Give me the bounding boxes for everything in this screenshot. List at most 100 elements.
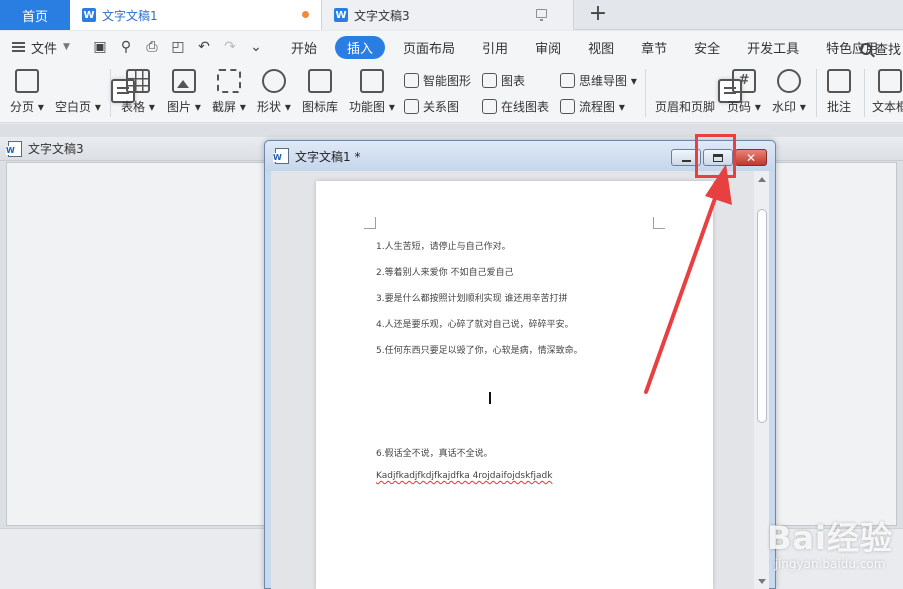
- document-1-title: 文字文稿1 *: [295, 149, 361, 164]
- table-button[interactable]: 表格 ▾: [121, 69, 155, 115]
- menu-item-review[interactable]: 审阅: [526, 36, 570, 59]
- comment-button[interactable]: 批注: [827, 69, 851, 115]
- ribbon-divider: [816, 69, 817, 117]
- picture-button[interactable]: 图片 ▾: [167, 69, 201, 115]
- writer-doc-icon: [6, 140, 22, 157]
- hamburger-icon: [12, 42, 25, 52]
- ribbon-divider: [864, 69, 865, 117]
- document-page[interactable]: 1.人生苦短，请停止与自己作对。 2.等着别人来爱你 不如自己爱自己 3.要是什…: [316, 181, 713, 589]
- ribbon-divider: [110, 69, 111, 117]
- file-menu-button[interactable]: 文件 ▼: [0, 38, 86, 57]
- writer-doc-icon: W: [82, 8, 96, 22]
- watermark-url: jingyan.baidu.com: [774, 557, 886, 571]
- watermark-brand: Bai经验: [767, 519, 893, 557]
- unsaved-dot-icon: [302, 11, 309, 18]
- online-chart-icon: [482, 99, 497, 114]
- document-line: 3.要是什么都按照计划顺利实现 谁还用辛苦打拼: [376, 294, 568, 304]
- chart-button[interactable]: 图表: [482, 72, 525, 89]
- scroll-up-icon[interactable]: [758, 177, 766, 182]
- menu-item-references[interactable]: 引用: [473, 36, 517, 59]
- smart-graphic-button[interactable]: 智能图形: [404, 72, 471, 89]
- mind-map-button[interactable]: 思维导图 ▾: [560, 72, 637, 89]
- file-menu-label: 文件: [31, 41, 58, 57]
- close-button[interactable]: ✕: [735, 149, 767, 166]
- screenshot-icon: [216, 69, 241, 93]
- search-label: 查找: [874, 43, 901, 58]
- chevron-down-icon: ▼: [63, 42, 70, 52]
- screenshot-button[interactable]: 截屏 ▾: [212, 69, 246, 115]
- picture-icon: [171, 69, 196, 93]
- menu-item-page-layout[interactable]: 页面布局: [394, 36, 464, 59]
- text-box-button[interactable]: 文本框: [872, 69, 903, 115]
- tab-document-1[interactable]: W 文字文稿1: [70, 0, 322, 30]
- document-3-title: 文字文稿3: [28, 142, 84, 156]
- online-chart-button[interactable]: 在线图表: [482, 98, 549, 115]
- redo-icon[interactable]: ↷: [222, 39, 238, 55]
- crop-mark: [364, 217, 376, 229]
- shape-icon: [261, 69, 286, 93]
- menu-item-security[interactable]: 安全: [685, 36, 729, 59]
- relation-chart-icon: [404, 99, 419, 114]
- insert-ribbon: 分页 ▾ 空白页 ▾ 表格 ▾ 图片 ▾ 截屏 ▾ 形状 ▾ 图标库 功能图 ▾…: [0, 63, 903, 123]
- scroll-down-icon[interactable]: [758, 579, 766, 584]
- menu-item-section[interactable]: 章节: [632, 36, 676, 59]
- page-break-icon: [14, 69, 39, 93]
- page-number-icon: [731, 69, 756, 93]
- page-break-button[interactable]: 分页 ▾: [10, 69, 44, 115]
- new-tab-button[interactable]: +: [584, 1, 612, 29]
- tab-home[interactable]: 首页: [0, 0, 70, 30]
- icon-library-button[interactable]: 图标库: [302, 69, 338, 115]
- document-1-window: 文字文稿1 * ✕ 1.人生苦短，请停止与自己作对。 2.等着别人来爱你 不如自…: [264, 140, 776, 589]
- tab-label: 文字文稿1: [102, 8, 158, 23]
- menu-item-insert[interactable]: 插入: [335, 35, 386, 59]
- smart-graphic-icon: [404, 73, 419, 88]
- page-number-button[interactable]: 页码 ▾: [727, 69, 761, 115]
- scroll-thumb[interactable]: [757, 209, 767, 423]
- chart-icon: [482, 73, 497, 88]
- document-line: 2.等着别人来爱你 不如自己爱自己: [376, 268, 514, 278]
- table-icon: [125, 69, 150, 93]
- document-line: 6.假话全不说，真话不全说。: [376, 449, 493, 459]
- header-footer-button[interactable]: 页眉和页脚: [655, 69, 742, 115]
- monitor-icon[interactable]: [536, 9, 547, 21]
- menu-item-developer[interactable]: 开发工具: [738, 36, 808, 59]
- menu-items: 开始 插入 页面布局 引用 审阅 视图 章节 安全 开发工具 特色应用: [282, 35, 896, 59]
- writer-doc-icon: [273, 148, 289, 164]
- tab-label: 文字文稿3: [354, 8, 410, 23]
- menu-item-view[interactable]: 视图: [579, 36, 623, 59]
- customize-chevron-icon[interactable]: ⌄: [248, 39, 264, 55]
- relation-chart-button[interactable]: 关系图: [404, 98, 459, 115]
- document-1-body: 1.人生苦短，请停止与自己作对。 2.等着别人来爱你 不如自己爱自己 3.要是什…: [271, 171, 769, 589]
- flowchart-icon: [560, 99, 575, 114]
- minimize-icon: [681, 159, 691, 162]
- format-painter-icon[interactable]: ⚲: [118, 39, 134, 55]
- search-icon: [859, 42, 872, 55]
- save-icon[interactable]: ▣: [92, 39, 108, 55]
- crop-mark: [653, 217, 665, 229]
- menu-item-start[interactable]: 开始: [282, 36, 326, 59]
- tab-document-3[interactable]: W 文字文稿3: [322, 0, 574, 30]
- document-line-misspelled: Kadjfkadjfkdjfkajdfka 4rojdaifojdskfjadk: [376, 471, 553, 481]
- print-icon[interactable]: ⎙: [144, 39, 160, 55]
- tab-bar: 首页 W 文字文稿1 W 文字文稿3 +: [0, 0, 903, 30]
- quick-access-toolbar: ▣ ⚲ ⎙ ◰ ↶ ↷ ⌄: [92, 39, 264, 55]
- mind-map-icon: [560, 73, 575, 88]
- menu-bar: 文件 ▼ ▣ ⚲ ⎙ ◰ ↶ ↷ ⌄ 开始 插入 页面布局 引用 审阅 视图 章…: [0, 31, 903, 63]
- flowchart-button[interactable]: 流程图 ▾: [560, 98, 625, 115]
- ribbon-divider: [645, 69, 646, 117]
- blank-page-button[interactable]: 空白页 ▾: [55, 69, 135, 115]
- function-chart-button[interactable]: 功能图 ▾: [349, 69, 395, 115]
- document-line: 4.人还是要乐观，心碎了就对自己说，碎碎平安。: [376, 320, 574, 330]
- watermark-icon: [776, 69, 801, 93]
- undo-icon[interactable]: ↶: [196, 39, 212, 55]
- search-button[interactable]: 查找: [859, 39, 901, 58]
- print-preview-icon[interactable]: ◰: [170, 39, 186, 55]
- text-box-icon: [878, 69, 902, 93]
- comment-icon: [827, 69, 851, 93]
- watermark-button[interactable]: 水印 ▾: [772, 69, 806, 115]
- shape-button[interactable]: 形状 ▾: [257, 69, 291, 115]
- document-line: 5.任何东西只要足以毁了你，心软是病，情深致命。: [376, 346, 583, 356]
- writer-doc-icon: W: [334, 8, 348, 22]
- function-chart-icon: [359, 69, 384, 93]
- watermark-logo: Bai经验 jingyan.baidu.com: [767, 513, 893, 571]
